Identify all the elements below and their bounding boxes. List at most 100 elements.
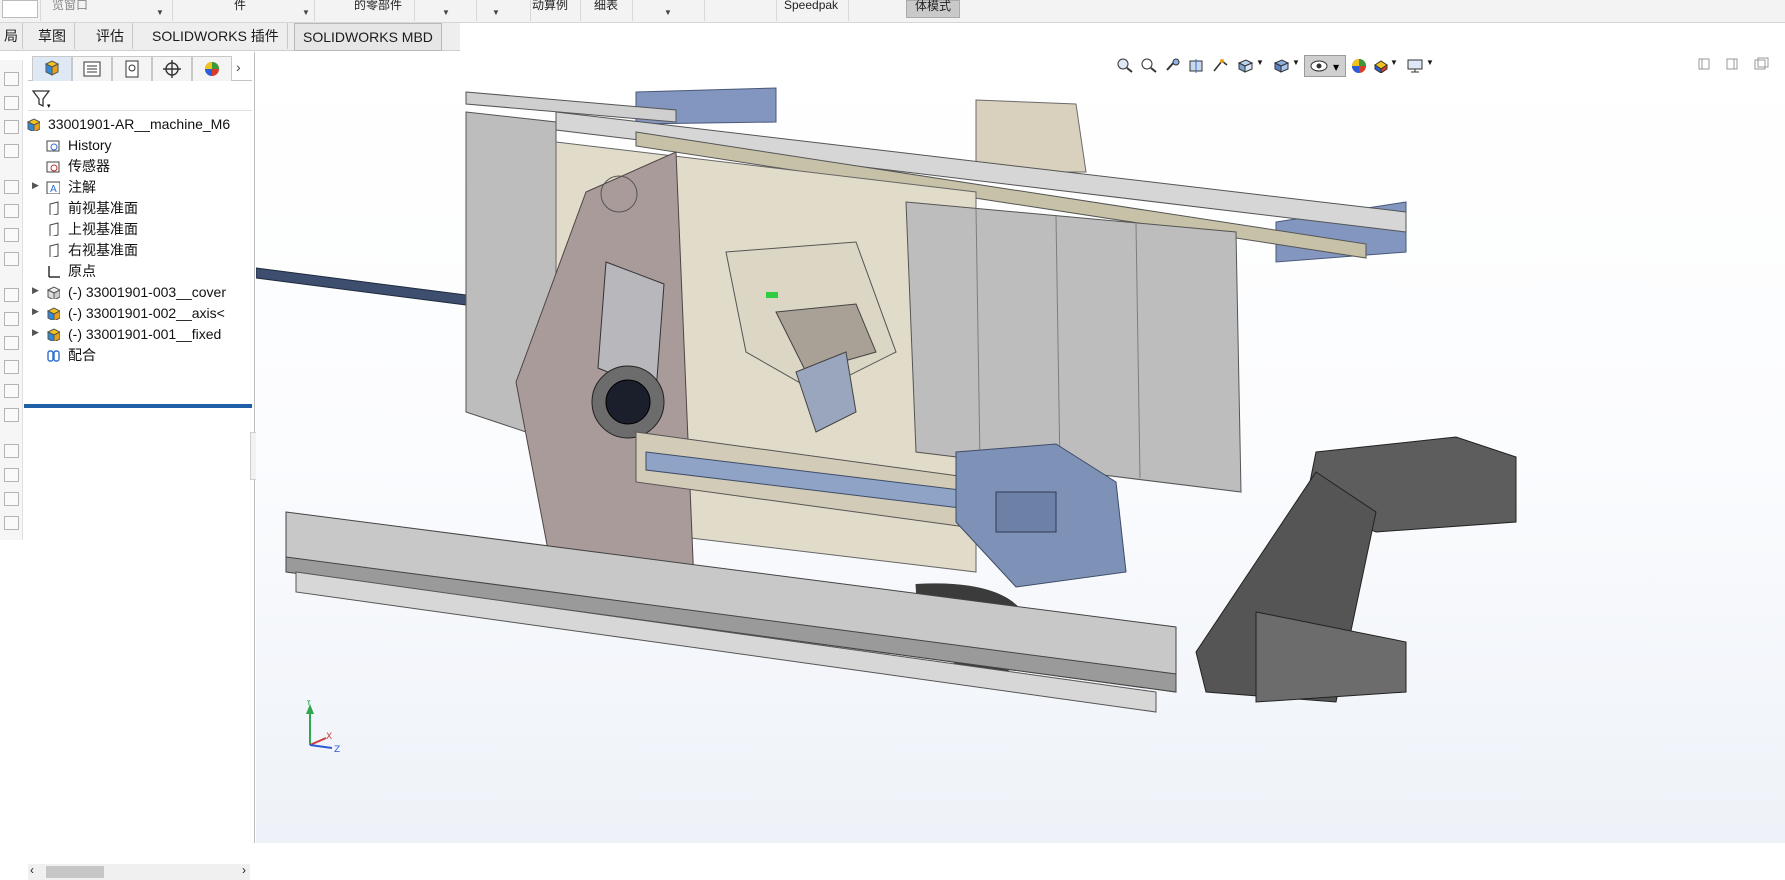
expand-caret-icon[interactable]: ▶ [32,327,39,338]
tab-solidworks-addins[interactable]: SOLIDWORKS 插件 [144,23,288,49]
chevron-down-icon[interactable]: ▼ [492,8,500,18]
scroll-right-icon[interactable]: › [242,863,246,877]
large-assembly-mode-button[interactable]: 体模式 [906,0,961,18]
tab-evaluate[interactable]: 评估 [88,23,133,49]
tab-dimxpert-manager[interactable] [152,56,192,81]
tab-solidworks-mbd[interactable]: SOLIDWORKS MBD [294,23,442,51]
expand-caret-icon[interactable]: ▶ [32,180,39,191]
property-list-icon [83,61,101,77]
toolbar-icon[interactable] [4,408,19,422]
history-icon [46,140,60,152]
ribbon-item-bom[interactable]: 细表 [582,0,633,21]
coordinate-triad: Y X Z [305,700,340,755]
top-housing [975,99,1087,173]
tree-item-label: 上视基准面 [68,221,138,237]
tab-feature-tree[interactable] [32,56,72,81]
chevron-down-icon[interactable]: ▼ [664,8,672,18]
chevron-down-icon[interactable]: ▼ [156,8,164,18]
ribbon-dropdown[interactable]: ▼ [416,0,477,21]
filter-icon[interactable]: ▾ [30,88,54,110]
toolbar-icon[interactable] [4,252,19,266]
tree-item-label: 前视基准面 [68,200,138,216]
toolbar-icon[interactable] [4,516,19,530]
toolbar-icon[interactable] [4,72,19,86]
chuck-jaws [605,379,651,425]
appearance-ball-icon [205,62,219,76]
toolbar-icon[interactable] [4,336,19,350]
configuration-icon [125,60,139,78]
chevron-down-icon[interactable]: ▼ [302,8,310,18]
scroll-thumb[interactable] [46,866,104,878]
feature-manager-tabs: › [28,56,252,81]
ribbon-label: 动算例 [532,0,569,12]
tab-display-manager[interactable] [192,56,232,81]
svg-text:▾: ▾ [47,102,51,110]
ribbon-empty [706,0,777,21]
cnc-lathe-model[interactable] [256,52,1785,843]
subassembly-icon [46,286,60,299]
x-axis-label: X [326,732,332,742]
tree-item-label: 注解 [68,179,96,195]
toolbar-icon[interactable] [4,120,19,134]
tab-property-manager[interactable] [72,56,112,81]
ribbon-label: Speedpak [784,0,839,12]
tailstock-panel [995,491,1057,533]
toolbar-icon[interactable] [4,228,19,242]
toolbar-icon[interactable] [4,288,19,302]
rollback-bar[interactable] [24,404,252,408]
assembly-cube-icon [44,60,60,76]
ribbon-dropdown[interactable]: ▼ [478,0,531,21]
toolbar-icon[interactable] [4,180,19,194]
ribbon-item-motion-study[interactable]: 动算例 [528,0,581,21]
tab-sketch[interactable]: 草图 [30,23,75,49]
toolbar-icon[interactable] [4,384,19,398]
command-manager-tabs: 局 草图 评估 SOLIDWORKS 插件 SOLIDWORKS MBD [0,23,460,51]
toolbar-icon[interactable] [4,468,19,482]
subassembly-icon [46,328,60,341]
left-toolbar [0,60,23,540]
tab-layout[interactable]: 局 [0,23,23,49]
ribbon-item-speedpak[interactable]: Speedpak [778,0,849,21]
chevron-down-icon[interactable]: ▼ [442,8,450,18]
ribbon-dropdown[interactable]: ▼ [634,0,705,21]
plane-icon [49,222,59,236]
status-led [766,292,778,298]
feature-manager-panel: › ▾ 33001901-AR__machine_M6 History 传感器 … [24,52,262,880]
tree-item-label: (-) 33001901-002__axis< [68,305,225,321]
filter-bar: ▾ [28,86,252,111]
tree-item-label: History [68,137,112,153]
tab-configuration-manager[interactable] [112,56,152,81]
ribbon-item-part[interactable]: 件 ▼ [174,0,315,21]
expand-caret-icon[interactable]: ▶ [32,285,39,296]
ribbon-label: 览窗口 [52,0,89,12]
x-axis-line [309,737,327,746]
mates-icon [47,350,60,362]
enclosure-right-doors [905,201,1242,493]
toolbar-icon[interactable] [4,204,19,218]
plane-icon [49,201,59,215]
tree-item-label: 传感器 [68,158,110,174]
toolbar-icon[interactable] [4,144,19,158]
toolbar-icon[interactable] [4,360,19,374]
tree-item-label: 配合 [68,347,96,363]
ribbon-item-components[interactable]: 的零部件 [350,0,415,21]
expand-caret-icon[interactable]: ▶ [32,306,39,317]
horizontal-scrollbar[interactable]: ‹ › [28,863,250,880]
plane-icon [49,243,59,257]
subassembly-icon [46,307,60,320]
tree-item-label: 右视基准面 [68,242,138,258]
toolbar-icon[interactable] [4,444,19,458]
ribbon-item-browse-window[interactable]: 览窗口 ▼ [42,0,173,21]
scroll-left-icon[interactable]: ‹ [30,863,34,877]
z-axis-line [309,744,333,749]
toolbar-icon[interactable] [4,492,19,506]
toolbar-icon[interactable] [4,312,19,326]
ribbon-label: 细表 [594,0,619,12]
ribbon-label: 体模式 [915,0,952,13]
tree-root-label: 33001901-AR__machine_M6 [48,116,231,132]
graphics-area[interactable]: ▼ ▼ ▼ ▼ ▼ Y X Z [256,52,1785,843]
toolbar-icon[interactable] [4,96,19,110]
tree-item-label: (-) 33001901-003__cover [68,284,226,300]
ribbon-input[interactable] [0,0,41,21]
chevron-right-icon[interactable]: › [236,59,241,75]
